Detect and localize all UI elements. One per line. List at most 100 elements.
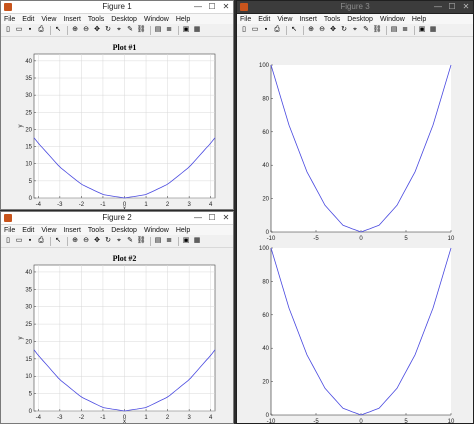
- minimize-icon[interactable]: —: [431, 1, 445, 13]
- new-file-icon[interactable]: ▯: [4, 26, 12, 34]
- rotate-icon[interactable]: ↻: [104, 237, 112, 245]
- figure-2-window[interactable]: Figure 2 — ☐ ✕ File Edit View Insert Too…: [0, 211, 234, 424]
- menu-desktop[interactable]: Desktop: [347, 16, 373, 23]
- menu-help[interactable]: Help: [176, 16, 190, 23]
- plot-1-x-tick-label: -2: [79, 202, 85, 208]
- menu-window[interactable]: Window: [144, 227, 169, 234]
- menu-insert[interactable]: Insert: [299, 16, 317, 23]
- zoom-out-icon[interactable]: ⊖: [82, 26, 90, 34]
- menu-help[interactable]: Help: [176, 227, 190, 234]
- minimize-icon[interactable]: —: [191, 212, 205, 224]
- legend-icon[interactable]: ≣: [165, 237, 173, 245]
- pan-icon[interactable]: ✥: [93, 237, 101, 245]
- link-icon[interactable]: ⛓: [137, 26, 146, 34]
- new-file-icon[interactable]: ▯: [4, 237, 12, 245]
- menu-tools[interactable]: Tools: [324, 16, 340, 23]
- menu-desktop[interactable]: Desktop: [111, 227, 137, 234]
- colorbar-icon[interactable]: ▤: [154, 26, 162, 34]
- menu-help[interactable]: Help: [412, 16, 426, 23]
- menu-insert[interactable]: Insert: [63, 227, 81, 234]
- hide-plot-tools-icon[interactable]: ▣: [418, 26, 426, 34]
- pan-icon[interactable]: ✥: [329, 26, 337, 34]
- subplot-2-y-tick-label: 80: [262, 279, 269, 285]
- toolbar-separator: [50, 236, 51, 246]
- menu-window[interactable]: Window: [380, 16, 405, 23]
- menu-edit[interactable]: Edit: [22, 16, 34, 23]
- menu-view[interactable]: View: [277, 16, 292, 23]
- menu-edit[interactable]: Edit: [258, 16, 270, 23]
- print-icon[interactable]: ⎙: [37, 26, 45, 34]
- open-icon[interactable]: ▭: [251, 26, 259, 34]
- menu-view[interactable]: View: [41, 16, 56, 23]
- data-cursor-icon[interactable]: ⌖: [351, 26, 359, 34]
- menu-insert[interactable]: Insert: [63, 16, 81, 23]
- maximize-icon[interactable]: ☐: [205, 1, 219, 13]
- menu-file[interactable]: File: [4, 227, 15, 234]
- open-icon[interactable]: ▭: [15, 26, 23, 34]
- figure-3-window[interactable]: Figure 3 — ☐ ✕ File Edit View Insert Too…: [236, 0, 474, 424]
- pointer-icon[interactable]: ↖: [290, 26, 298, 34]
- subplot-1-y-tick-label: 60: [262, 130, 269, 136]
- minimize-icon[interactable]: —: [191, 1, 205, 13]
- menu-file[interactable]: File: [240, 16, 251, 23]
- new-file-icon[interactable]: ▯: [240, 26, 248, 34]
- legend-icon[interactable]: ≣: [165, 26, 173, 34]
- menu-file[interactable]: File: [4, 16, 15, 23]
- print-icon[interactable]: ⎙: [37, 237, 45, 245]
- figure-1-window[interactable]: Figure 1 — ☐ ✕ File Edit View Insert Too…: [0, 0, 234, 210]
- brush-icon[interactable]: ✎: [126, 237, 134, 245]
- maximize-icon[interactable]: ☐: [205, 212, 219, 224]
- save-icon[interactable]: ▪: [26, 26, 34, 34]
- figure-1-titlebar[interactable]: Figure 1 — ☐ ✕: [1, 1, 233, 14]
- subplot-1-y-tick-label: 40: [262, 163, 269, 169]
- rotate-icon[interactable]: ↻: [104, 26, 112, 34]
- colorbar-icon[interactable]: ▤: [390, 26, 398, 34]
- pan-icon[interactable]: ✥: [93, 26, 101, 34]
- hide-plot-tools-icon[interactable]: ▣: [182, 26, 190, 34]
- pointer-icon[interactable]: ↖: [54, 26, 62, 34]
- figure-2-titlebar[interactable]: Figure 2 — ☐ ✕: [1, 212, 233, 225]
- zoom-in-icon[interactable]: ⊕: [307, 26, 315, 34]
- data-cursor-icon[interactable]: ⌖: [115, 26, 123, 34]
- link-icon[interactable]: ⛓: [373, 26, 382, 34]
- menu-view[interactable]: View: [41, 227, 56, 234]
- zoom-in-icon[interactable]: ⊕: [71, 26, 79, 34]
- legend-icon[interactable]: ≣: [401, 26, 409, 34]
- zoom-in-icon[interactable]: ⊕: [71, 237, 79, 245]
- figure-3-titlebar[interactable]: Figure 3 — ☐ ✕: [237, 1, 473, 14]
- menu-window[interactable]: Window: [144, 16, 169, 23]
- hide-plot-tools-icon[interactable]: ▣: [182, 237, 190, 245]
- close-icon[interactable]: ✕: [219, 212, 233, 224]
- save-icon[interactable]: ▪: [262, 26, 270, 34]
- plot-2-y-tick-label: 15: [25, 357, 32, 363]
- menu-edit[interactable]: Edit: [22, 227, 34, 234]
- close-icon[interactable]: ✕: [459, 1, 473, 13]
- brush-icon[interactable]: ✎: [126, 26, 134, 34]
- link-icon[interactable]: ⛓: [137, 237, 146, 245]
- data-cursor-icon[interactable]: ⌖: [115, 237, 123, 245]
- subplot-1-x-tick-label: -5: [313, 236, 319, 242]
- plot-2-x-tick-label: -3: [57, 415, 63, 421]
- open-icon[interactable]: ▭: [15, 237, 23, 245]
- menu-tools[interactable]: Tools: [88, 16, 104, 23]
- show-plot-tools-icon[interactable]: ▦: [429, 26, 437, 34]
- plot-1-x-tick-label: 2: [166, 202, 170, 208]
- close-icon[interactable]: ✕: [219, 1, 233, 13]
- menu-desktop[interactable]: Desktop: [111, 16, 137, 23]
- plot-1-xlabel: x: [123, 206, 126, 210]
- maximize-icon[interactable]: ☐: [445, 1, 459, 13]
- save-icon[interactable]: ▪: [26, 237, 34, 245]
- brush-icon[interactable]: ✎: [362, 26, 370, 34]
- menu-tools[interactable]: Tools: [88, 227, 104, 234]
- zoom-out-icon[interactable]: ⊖: [318, 26, 326, 34]
- plot-2-x-tick-label: 4: [209, 415, 213, 421]
- zoom-out-icon[interactable]: ⊖: [82, 237, 90, 245]
- plot-2-y-tick-label: 25: [25, 322, 32, 328]
- show-plot-tools-icon[interactable]: ▦: [193, 237, 201, 245]
- show-plot-tools-icon[interactable]: ▦: [193, 26, 201, 34]
- colorbar-icon[interactable]: ▤: [154, 237, 162, 245]
- print-icon[interactable]: ⎙: [273, 26, 281, 34]
- plot-2-y-tick-label: 40: [25, 270, 32, 276]
- pointer-icon[interactable]: ↖: [54, 237, 62, 245]
- rotate-icon[interactable]: ↻: [340, 26, 348, 34]
